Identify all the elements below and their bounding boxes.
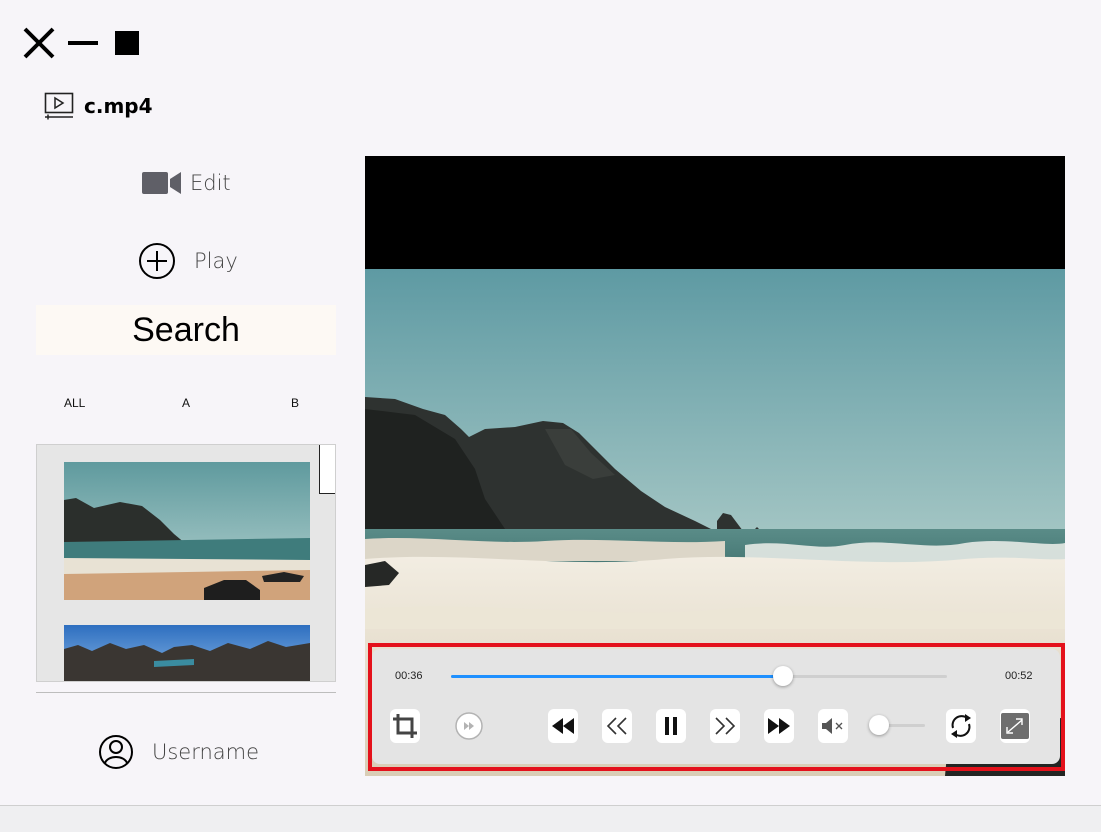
fast-forward-circle-icon xyxy=(455,712,483,740)
total-time: 00:52 xyxy=(1005,670,1033,682)
minimize-window-button[interactable] xyxy=(66,26,100,60)
minimize-icon xyxy=(68,41,98,45)
username-button[interactable]: Username xyxy=(98,734,259,770)
sidebar-divider xyxy=(36,692,336,693)
playback-speed-button[interactable] xyxy=(454,709,484,743)
fast-forward-button[interactable] xyxy=(764,709,794,743)
rewind-icon xyxy=(552,718,574,734)
repeat-icon xyxy=(951,714,971,738)
edit-label: Edit xyxy=(190,171,231,195)
filter-all[interactable]: ALL xyxy=(64,396,85,410)
pause-button[interactable] xyxy=(656,709,686,743)
video-thumbnail-list[interactable] xyxy=(36,444,336,682)
progress-bar[interactable] xyxy=(451,666,947,686)
rewind-button[interactable] xyxy=(548,709,578,743)
step-back-button[interactable] xyxy=(602,709,632,743)
close-window-button[interactable] xyxy=(22,26,56,60)
fullscreen-button[interactable] xyxy=(1000,709,1030,743)
playback-controls: 00:36 00:52 xyxy=(372,649,1060,764)
mute-button[interactable] xyxy=(818,709,848,743)
plus-circle-icon xyxy=(139,243,175,279)
maximize-icon xyxy=(115,31,139,55)
rocks-thumbnail[interactable] xyxy=(64,625,310,681)
maximize-window-button[interactable] xyxy=(110,26,144,60)
play-button[interactable]: Play xyxy=(138,242,238,280)
progress-fill xyxy=(451,675,784,678)
progress-knob[interactable] xyxy=(773,666,794,686)
beach-thumbnail[interactable] xyxy=(64,462,310,600)
step-forward-icon xyxy=(715,717,736,735)
media-player-window: c.mp4 Edit Play Search ALL A B Username … xyxy=(0,0,1101,832)
filter-b[interactable]: B xyxy=(291,396,299,410)
step-back-icon xyxy=(606,717,627,735)
window-controls xyxy=(22,26,144,60)
file-title: c.mp4 xyxy=(44,92,153,120)
volume-slider[interactable] xyxy=(869,715,925,735)
video-camera-icon xyxy=(142,172,181,194)
filter-tabs: ALL A B xyxy=(36,396,336,414)
video-file-icon xyxy=(44,92,74,120)
close-icon xyxy=(23,27,55,59)
pause-icon xyxy=(665,717,677,735)
repeat-button[interactable] xyxy=(946,709,976,743)
search-button[interactable]: Search xyxy=(36,305,336,355)
step-forward-button[interactable] xyxy=(710,709,740,743)
crop-icon xyxy=(393,714,417,738)
filter-a[interactable]: A xyxy=(182,396,190,410)
file-name: c.mp4 xyxy=(84,94,153,118)
user-icon xyxy=(99,735,133,769)
fullscreen-icon xyxy=(1001,713,1029,739)
crop-button[interactable] xyxy=(390,709,420,743)
play-label: Play xyxy=(194,249,238,273)
bottom-strip xyxy=(0,806,1101,832)
fast-forward-icon xyxy=(768,718,790,734)
edit-button[interactable]: Edit xyxy=(142,170,231,196)
mute-icon xyxy=(822,718,843,734)
username-label: Username xyxy=(152,740,260,764)
volume-knob[interactable] xyxy=(869,715,889,735)
search-label: Search xyxy=(132,310,240,349)
current-time: 00:36 xyxy=(395,670,423,682)
thumbnail-scrollbar[interactable] xyxy=(319,445,335,494)
